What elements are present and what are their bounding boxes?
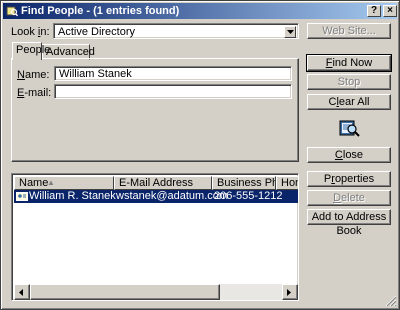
close-window-button[interactable]: × bbox=[383, 5, 397, 17]
find-now-label: ind Now bbox=[332, 57, 373, 69]
email-label: E-mail: bbox=[17, 87, 51, 99]
email-label-text: -mail: bbox=[24, 87, 52, 99]
look-in-label-suffix: n: bbox=[40, 26, 50, 38]
name-label-accel: N bbox=[17, 69, 25, 81]
name-field-value: William Stanek bbox=[59, 68, 132, 80]
delete-accel: D bbox=[333, 192, 342, 204]
contact-card-icon bbox=[16, 191, 28, 202]
scroll-right-arrow-icon bbox=[287, 289, 291, 296]
table-row[interactable]: William R. Stanek wstanek@adatum.com 206… bbox=[14, 190, 298, 203]
row-name: William R. Stanek bbox=[29, 190, 116, 202]
column-name-label: Name bbox=[19, 177, 49, 189]
column-header-name[interactable]: Name ▲ bbox=[14, 176, 114, 190]
properties-button[interactable]: Properties bbox=[307, 171, 391, 187]
close-accel: C bbox=[334, 149, 343, 161]
email-field[interactable] bbox=[54, 84, 292, 99]
close-label: lose bbox=[342, 149, 364, 161]
clear-all-suffix: ear All bbox=[338, 96, 370, 108]
column-header-email[interactable]: E-Mail Address bbox=[114, 176, 212, 190]
look-in-label: Look in: bbox=[11, 26, 50, 38]
name-field[interactable]: William Stanek bbox=[54, 66, 292, 81]
help-button[interactable]: ? bbox=[367, 5, 381, 17]
name-label-text: ame: bbox=[24, 69, 50, 81]
look-in-value: Active Directory bbox=[58, 26, 136, 38]
delete-button[interactable]: Delete bbox=[307, 190, 391, 206]
clear-all-button[interactable]: Clear All bbox=[307, 94, 391, 110]
tab-people[interactable]: People bbox=[12, 42, 50, 60]
look-in-dropdown[interactable]: Active Directory bbox=[53, 23, 299, 39]
results-list[interactable]: Name ▲ E-Mail Address Business Phone Hom… bbox=[11, 173, 299, 301]
results-header: Name ▲ E-Mail Address Business Phone Hom… bbox=[14, 176, 298, 190]
find-people-app-icon bbox=[6, 5, 19, 17]
scroll-left-arrow-icon bbox=[19, 289, 23, 296]
look-in-label-prefix: Look bbox=[11, 26, 38, 38]
close-button[interactable]: Close bbox=[307, 147, 391, 163]
column-header-business-phone[interactable]: Business Phone bbox=[212, 176, 276, 190]
stop-button[interactable]: Stop bbox=[307, 74, 391, 90]
scroll-right-button[interactable] bbox=[282, 284, 298, 300]
column-header-home[interactable]: Home bbox=[276, 176, 298, 190]
web-site-button[interactable]: Web Site... bbox=[307, 23, 391, 39]
name-label: Name: bbox=[17, 69, 49, 81]
dropdown-arrow-icon[interactable] bbox=[284, 26, 296, 38]
people-tab-panel: Name: William Stanek E-mail: bbox=[11, 58, 299, 162]
sort-ascending-icon: ▲ bbox=[47, 178, 55, 187]
find-people-window: Find People - (1 entries found) ? × Look… bbox=[0, 0, 400, 310]
title-bar[interactable]: Find People - (1 entries found) ? × bbox=[3, 3, 397, 19]
resize-grip-icon[interactable] bbox=[385, 295, 397, 307]
properties-suffix: operties bbox=[334, 173, 375, 185]
search-animation-icon bbox=[338, 118, 360, 138]
horizontal-scrollbar[interactable] bbox=[14, 284, 298, 300]
row-email: wstanek@adatum.com bbox=[116, 190, 229, 202]
window-title: Find People - (1 entries found) bbox=[21, 5, 180, 17]
row-business-phone: 206-555-1212 bbox=[214, 190, 283, 202]
find-now-button[interactable]: Find Now bbox=[306, 54, 392, 72]
add-to-address-book-button[interactable]: Add to Address Book bbox=[307, 209, 391, 237]
scrollbar-thumb[interactable] bbox=[30, 284, 220, 300]
delete-label: elete bbox=[341, 192, 365, 204]
scroll-left-button[interactable] bbox=[14, 284, 30, 300]
